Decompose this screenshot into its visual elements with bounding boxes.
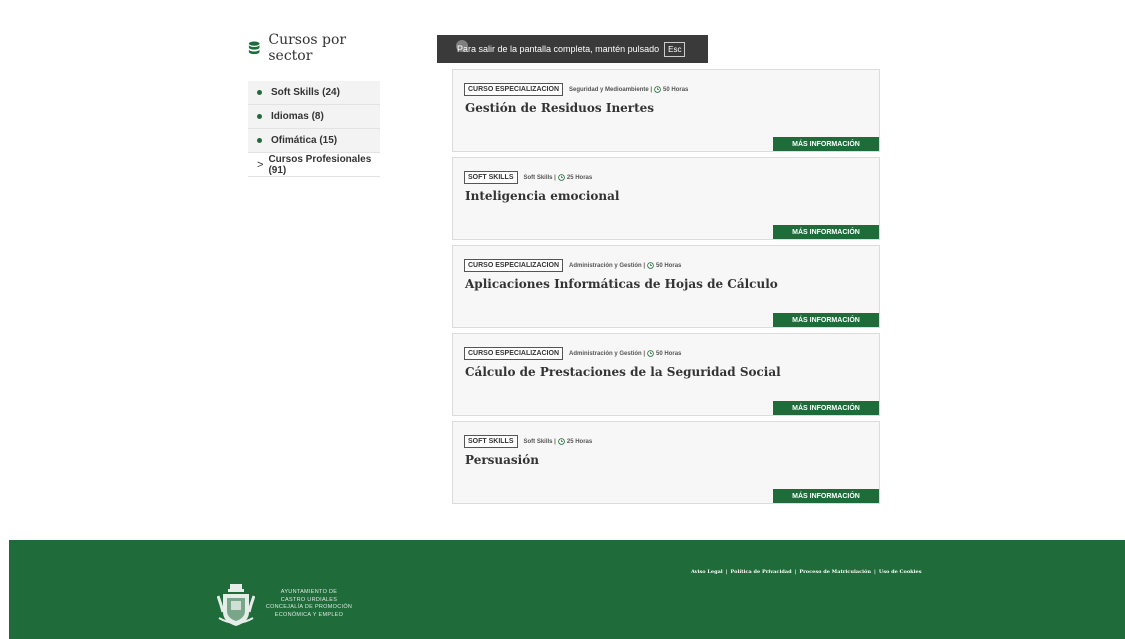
course-meta: CURSO ESPECIALIZACION Seguridad y Medioa…: [464, 83, 688, 96]
course-meta: CURSO ESPECIALIZACION Administración y G…: [464, 347, 681, 360]
course-card: CURSO ESPECIALIZACION Administración y G…: [452, 333, 880, 416]
course-sector-label: Soft Skills |: [523, 438, 556, 445]
org-line: CASTRO URDIALES: [280, 596, 338, 603]
site-footer: AYUNTAMIENTO DE CASTRO URDIALES CONCEJAL…: [9, 540, 1125, 639]
course-meta: CURSO ESPECIALIZACION Administración y G…: [464, 259, 681, 272]
clock-icon: [647, 262, 654, 269]
course-type-badge: SOFT SKILLS: [464, 435, 518, 448]
sidebar-title: Cursos por sector: [268, 32, 347, 64]
link-separator: |: [794, 569, 797, 575]
bullet-icon: [257, 114, 262, 119]
course-card: CURSO ESPECIALIZACION Seguridad y Medioa…: [452, 69, 880, 152]
sector-list: Soft Skills (24) Idiomas (8) Ofimática (…: [248, 81, 380, 177]
sidebar-item-label: Idiomas (8): [271, 111, 324, 122]
org-line: CONCEJALÍA DE PROMOCIÓN: [265, 604, 353, 610]
course-meta: SOFT SKILLS Soft Skills | 25 Horas: [464, 171, 592, 184]
course-title[interactable]: Gestión de Residuos Inertes: [465, 101, 654, 115]
bullet-icon: [257, 90, 262, 95]
clock-icon: [654, 86, 661, 93]
coat-of-arms-logo: [217, 584, 255, 626]
org-line: AYUNTAMIENTO DE: [280, 589, 338, 595]
link-separator: |: [874, 569, 876, 575]
clock-icon: [558, 174, 565, 181]
sector-sidebar: Cursos por sector Soft Skills (24) Idiom…: [248, 32, 380, 177]
more-info-button[interactable]: MÁS INFORMACIÓN: [773, 313, 879, 327]
clock-icon: [558, 438, 565, 445]
course-title[interactable]: Cálculo de Prestaciones de la Seguridad …: [465, 365, 781, 379]
chevron-right-icon: >: [257, 158, 264, 171]
sidebar-item-label: Cursos Profesionales (91): [268, 153, 372, 176]
footer-links: Aviso Legal | Política de Privacidad | Proce…: [691, 569, 922, 575]
course-title[interactable]: Aplicaciones Informáticas de Hojas de Cá…: [465, 277, 778, 291]
course-hours: 50 Horas: [663, 86, 689, 93]
sidebar-item-label: Ofimática (15): [271, 135, 338, 146]
course-hours: 50 Horas: [656, 262, 682, 269]
more-info-button[interactable]: MÁS INFORMACIÓN: [773, 137, 879, 151]
course-sector-label: Administración y Gestión |: [569, 262, 646, 269]
more-info-button[interactable]: MÁS INFORMACIÓN: [773, 401, 879, 415]
course-type-badge: CURSO ESPECIALIZACION: [464, 259, 564, 272]
course-card: CURSO ESPECIALIZACION Administración y G…: [452, 245, 880, 328]
course-sector: Administración y Gestión | 50 Horas: [569, 262, 681, 269]
sidebar-item-label: Soft Skills (24): [271, 87, 340, 98]
course-sector-label: Soft Skills |: [523, 174, 556, 181]
course-hours: 50 Horas: [656, 350, 682, 357]
course-sector-label: Administración y Gestión |: [569, 350, 646, 357]
link-privacidad[interactable]: Política de Privacidad: [731, 569, 792, 575]
course-title[interactable]: Inteligencia emocional: [465, 189, 619, 203]
course-type-badge: CURSO ESPECIALIZACION: [464, 83, 564, 96]
course-type-badge: CURSO ESPECIALIZACION: [464, 347, 564, 360]
more-info-button[interactable]: MÁS INFORMACIÓN: [773, 225, 879, 239]
course-type-badge: SOFT SKILLS: [464, 171, 518, 184]
course-card: SOFT SKILLS Soft Skills | 25 Horas Persu…: [452, 421, 880, 504]
course-card: SOFT SKILLS Soft Skills | 25 Horas Intel…: [452, 157, 880, 240]
course-sector: Soft Skills | 25 Horas: [523, 174, 593, 181]
link-cookies[interactable]: Uso de Cookies: [879, 569, 922, 575]
course-sector-label: Seguridad y Medioambiente |: [569, 86, 653, 93]
course-sector: Seguridad y Medioambiente | 50 Horas: [569, 86, 688, 93]
sidebar-item-idiomas[interactable]: Idiomas (8): [248, 105, 380, 129]
link-separator: |: [725, 569, 728, 575]
sidebar-header: Cursos por sector: [248, 32, 380, 64]
course-list: CURSO ESPECIALIZACION Seguridad y Medioa…: [452, 69, 880, 509]
org-line: ECONÓMICA Y EMPLEO: [274, 611, 344, 618]
course-hours: 25 Horas: [566, 438, 593, 445]
esc-key-badge: Esc: [664, 41, 686, 57]
course-title[interactable]: Persuasión: [465, 453, 539, 467]
course-hours: 25 Horas: [566, 174, 593, 181]
organization-name: AYUNTAMIENTO DE CASTRO URDIALES CONCEJAL…: [260, 589, 358, 619]
course-meta: SOFT SKILLS Soft Skills | 25 Horas: [464, 435, 592, 448]
sidebar-item-soft-skills[interactable]: Soft Skills (24): [248, 81, 380, 105]
bullet-icon: [257, 138, 262, 143]
clock-icon: [647, 350, 654, 357]
toast-message: Para salir de la pantalla completa, mant…: [457, 44, 660, 54]
fullscreen-toast: Para salir de la pantalla completa, mant…: [437, 35, 708, 63]
link-aviso-legal[interactable]: Aviso Legal: [691, 569, 723, 575]
course-sector: Soft Skills | 25 Horas: [523, 438, 593, 445]
sidebar-item-ofimatica[interactable]: Ofimática (15): [248, 129, 380, 153]
course-sector: Administración y Gestión | 50 Horas: [569, 350, 681, 357]
more-info-button[interactable]: MÁS INFORMACIÓN: [773, 489, 879, 503]
sidebar-item-cursos-profesionales[interactable]: > Cursos Profesionales (91): [248, 153, 380, 177]
link-matriculacion[interactable]: Proceso de Matriculación: [799, 569, 871, 575]
database-icon: [248, 41, 260, 55]
